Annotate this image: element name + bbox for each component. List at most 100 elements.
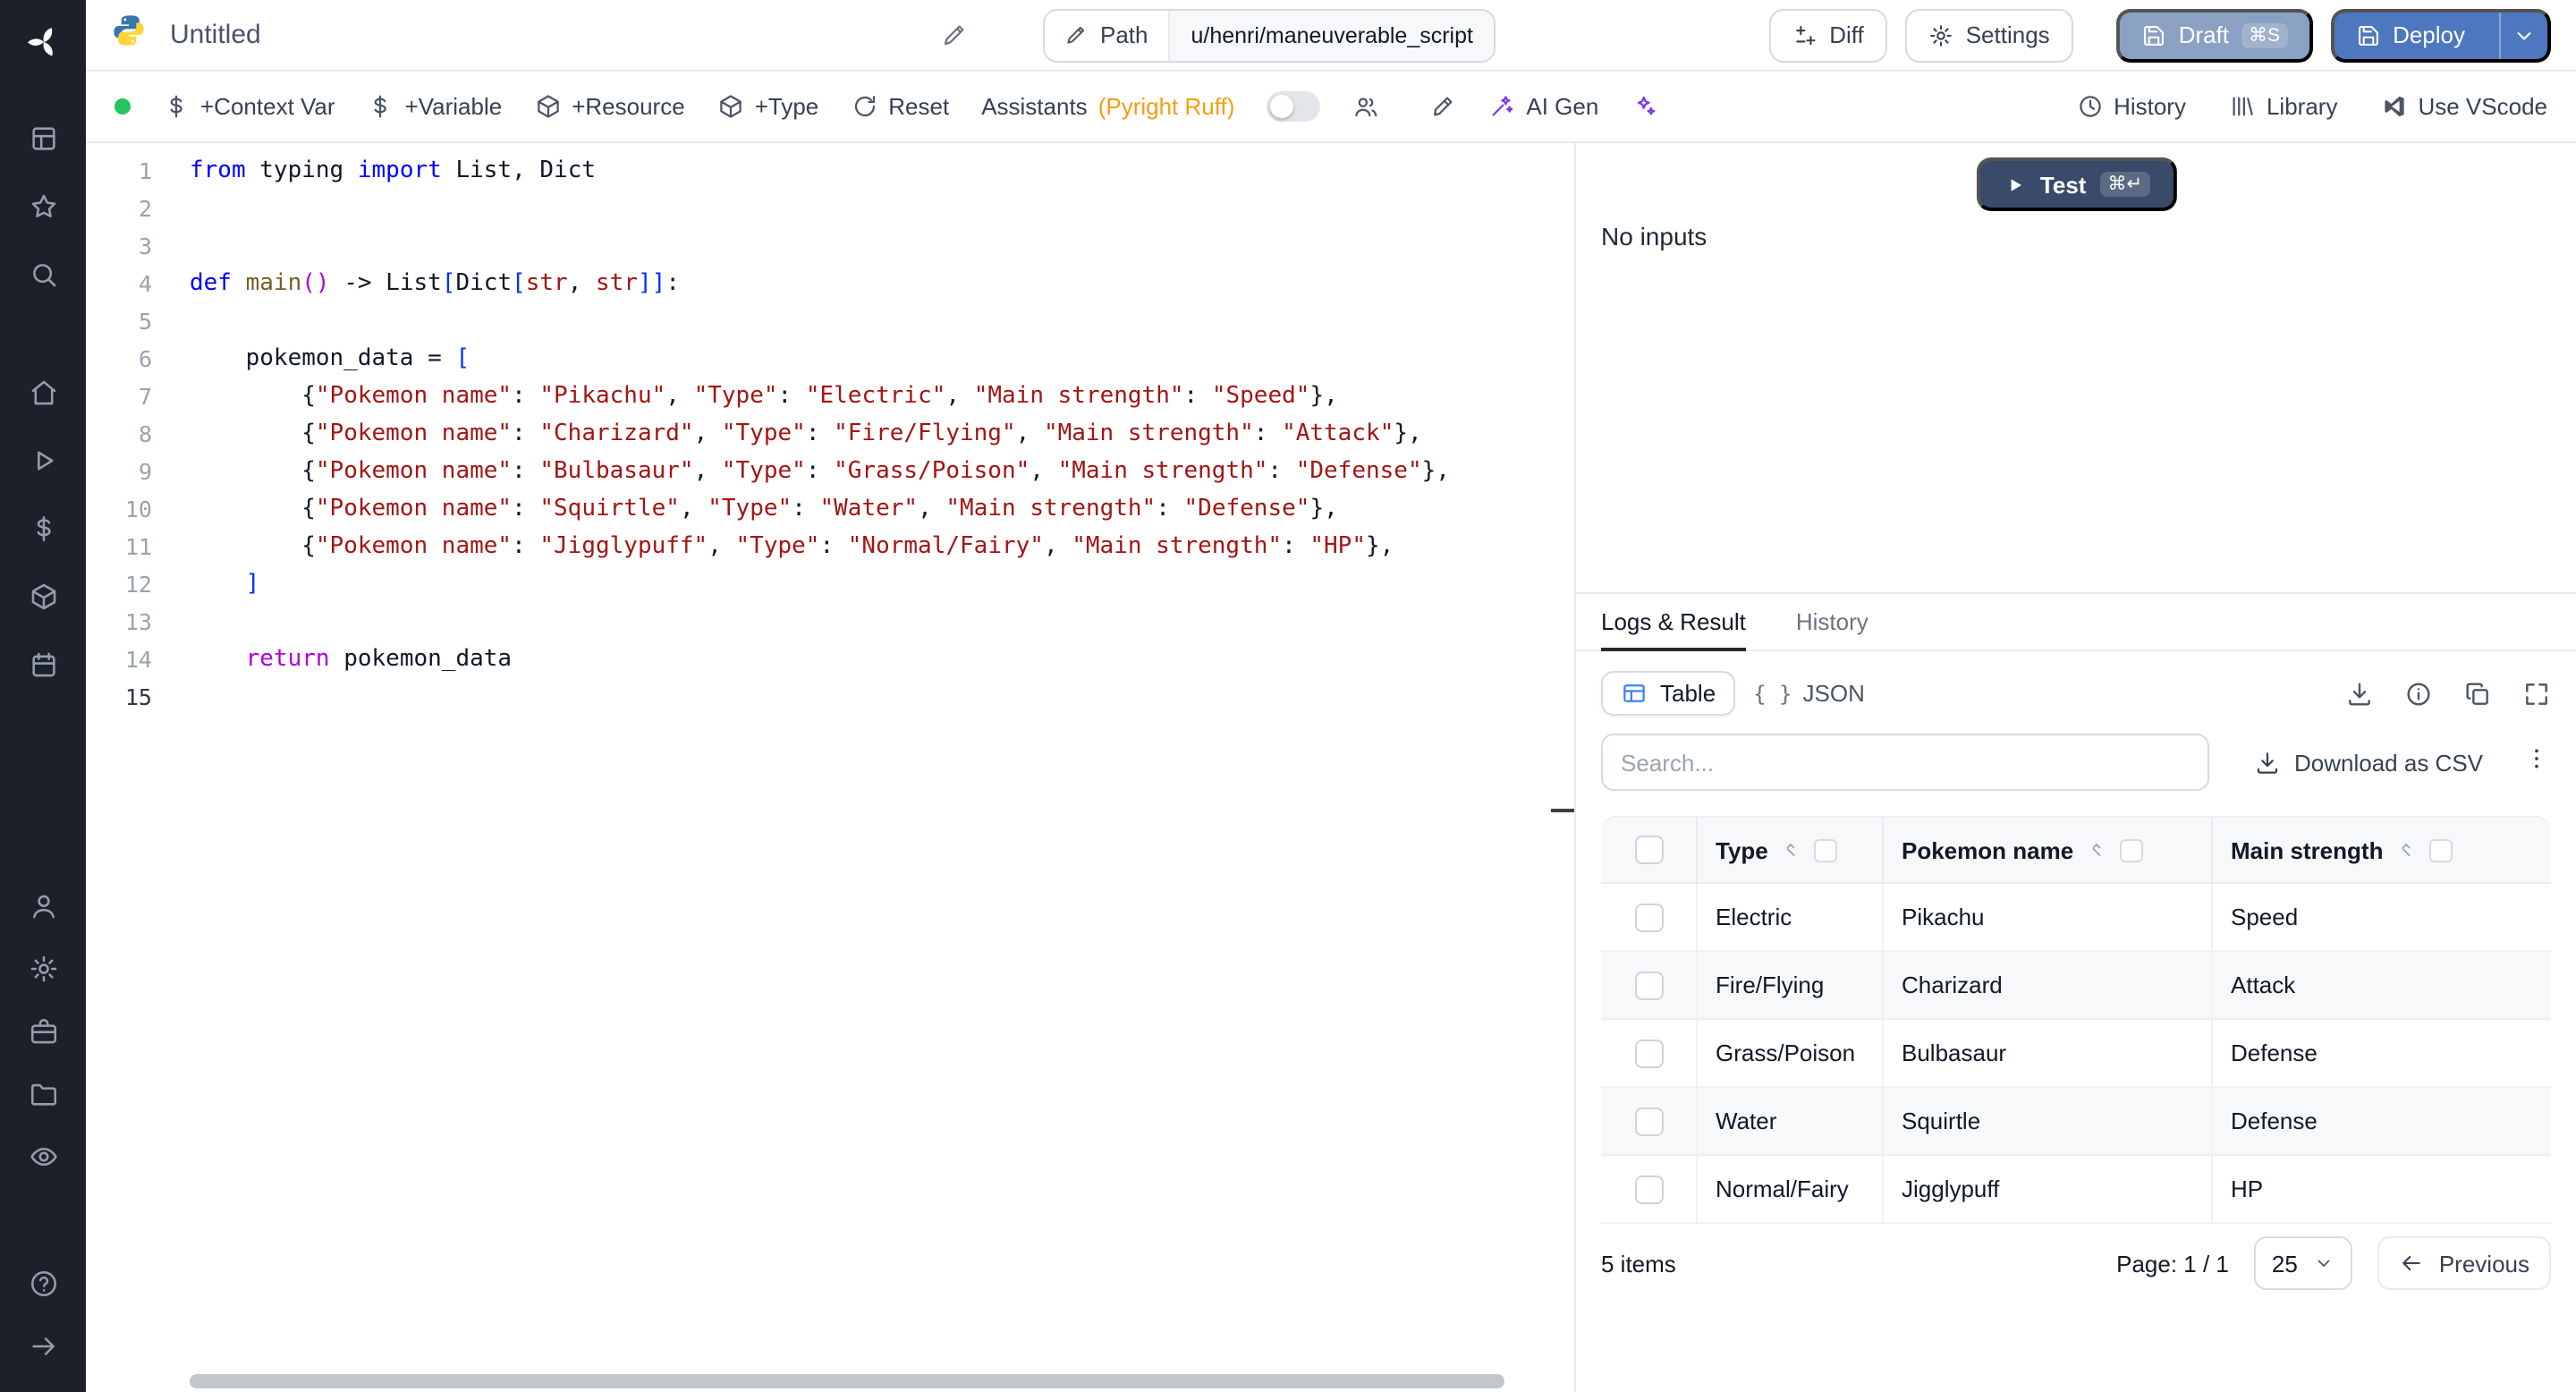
column-header[interactable]: Type — [1698, 818, 1884, 882]
code-line[interactable]: from typing import List, Dict — [190, 152, 1574, 190]
diff-button[interactable]: Diff — [1768, 8, 1887, 62]
sidebar-calendar-button[interactable] — [0, 630, 86, 698]
column-header[interactable]: Pokemon name — [1884, 818, 2213, 882]
assistants-toggle[interactable] — [1267, 91, 1321, 122]
download-csv-button[interactable]: Download as CSV — [2253, 749, 2483, 776]
kebab-menu[interactable] — [2522, 743, 2551, 781]
table-cell: Squirtle — [1884, 1088, 2213, 1154]
code-line[interactable]: {"Pokemon name": "Charizard", "Type": "F… — [190, 415, 1574, 453]
table-footer: 5 items Page: 1 / 1 25 Previous — [1601, 1224, 2551, 1303]
play-icon — [37, 450, 53, 470]
code-line[interactable]: return pokemon_data — [190, 641, 1574, 678]
table-row[interactable]: Grass/Poison Bulbasaur Defense — [1601, 1020, 2551, 1088]
table-row[interactable]: Water Squirtle Defense — [1601, 1088, 2551, 1156]
select-all-checkbox[interactable] — [1634, 836, 1663, 864]
ai-gen-button[interactable]: AI Gen — [1488, 93, 1598, 120]
column-filter-box[interactable] — [2429, 838, 2453, 862]
code-line[interactable] — [190, 190, 1574, 227]
code-line[interactable]: {"Pokemon name": "Squirtle", "Type": "Wa… — [190, 490, 1574, 528]
sidebar-play-button[interactable] — [0, 426, 86, 494]
copy-icon[interactable] — [2463, 679, 2492, 708]
column-header[interactable]: Main strength — [2213, 818, 2551, 882]
row-checkbox[interactable] — [1634, 1175, 1663, 1203]
column-filter-box[interactable] — [2120, 838, 2144, 862]
add-type-button[interactable]: +Type — [717, 93, 818, 120]
reset-button[interactable]: Reset — [851, 93, 949, 120]
deploy-main[interactable]: Deploy — [2334, 12, 2487, 58]
page-size-select[interactable]: 25 — [2253, 1236, 2353, 1290]
sort-icon[interactable] — [1781, 839, 1802, 861]
sidebar-cube-button[interactable] — [0, 562, 86, 630]
code-line[interactable]: def main() -> List[Dict[str, str]]: — [190, 265, 1574, 302]
format-button[interactable] — [1429, 93, 1456, 120]
sidebar-arrow-right-button[interactable] — [0, 1315, 86, 1378]
multiplayer-button[interactable] — [1352, 93, 1379, 120]
path-control[interactable]: Path u/henri/maneuverable_script — [1043, 8, 1496, 62]
assistants-control[interactable]: Assistants (Pyright Ruff) — [981, 93, 1234, 120]
line-number: 4 — [138, 270, 152, 297]
add-context-var-button[interactable]: +Context Var — [163, 93, 335, 120]
assistants-label: Assistants — [981, 93, 1088, 120]
sort-icon[interactable] — [2395, 839, 2417, 861]
horizontal-scrollbar[interactable] — [190, 1374, 1504, 1388]
deploy-dropdown[interactable] — [2499, 12, 2547, 58]
code-editor[interactable]: 1 2 3 4 5 6 7 8 9 10 11 12 13 14 15 from typing import… — [86, 143, 1574, 1392]
sidebar-briefcase-button[interactable] — [0, 1000, 86, 1063]
history-button[interactable]: History — [2076, 93, 2186, 120]
sort-icon[interactable] — [2086, 839, 2107, 861]
vscode-icon — [2384, 96, 2404, 117]
table-row[interactable]: Normal/Fairy Jigglypuff HP — [1601, 1156, 2551, 1224]
view-toggle-json[interactable]: { } JSON — [1735, 673, 1883, 714]
settings-button[interactable]: Settings — [1904, 8, 2073, 62]
view-toggle-table[interactable]: Table — [1601, 671, 1736, 716]
sparkles-button[interactable] — [1631, 93, 1657, 120]
windmill-logo[interactable] — [0, 0, 86, 82]
draft-button[interactable]: Draft ⌘S — [2115, 8, 2313, 62]
sidebar-dollar-button[interactable] — [0, 494, 86, 562]
sidebar-home-button[interactable] — [0, 358, 86, 426]
column-filter-box[interactable] — [1814, 838, 1838, 862]
sidebar-gear-button[interactable] — [0, 938, 86, 1000]
use-vscode-button[interactable]: Use VScode — [2380, 93, 2547, 120]
expand-icon[interactable] — [2522, 679, 2551, 708]
code-line[interactable]: ] — [190, 565, 1574, 603]
tab-history[interactable]: History — [1796, 608, 1868, 649]
sidebar-grid-button[interactable] — [0, 104, 86, 172]
code-line[interactable]: {"Pokemon name": "Jigglypuff", "Type": "… — [190, 528, 1574, 565]
code-line[interactable] — [190, 678, 1574, 716]
code-line[interactable] — [190, 302, 1574, 340]
tab-logs-result[interactable]: Logs & Result — [1601, 608, 1746, 651]
row-checkbox[interactable] — [1634, 1107, 1663, 1135]
search-input[interactable] — [1601, 734, 2209, 791]
sidebar-eye-button[interactable] — [0, 1125, 86, 1188]
deploy-button[interactable]: Deploy — [2330, 8, 2551, 62]
row-checkbox[interactable] — [1634, 971, 1663, 999]
path-value[interactable]: u/henri/maneuverable_script — [1169, 10, 1495, 60]
code-line[interactable]: {"Pokemon name": "Bulbasaur", "Type": "G… — [190, 453, 1574, 490]
sidebar-user-button[interactable] — [0, 875, 86, 938]
code-line[interactable]: pokemon_data = [ — [190, 340, 1574, 378]
code-lines[interactable]: from typing import List, Dict def main() … — [165, 152, 1574, 1392]
table-row[interactable]: Fire/Flying Charizard Attack — [1601, 952, 2551, 1020]
code-line[interactable] — [190, 227, 1574, 265]
previous-page-button[interactable]: Previous — [2377, 1236, 2551, 1290]
add-variable-button[interactable]: +Variable — [368, 93, 502, 120]
library-button[interactable]: Library — [2229, 93, 2337, 120]
row-checkbox[interactable] — [1634, 903, 1663, 931]
sidebar-help-button[interactable] — [0, 1252, 86, 1315]
sparkles-icon — [1637, 96, 1655, 115]
table-row[interactable]: Electric Pikachu Speed — [1601, 884, 2551, 952]
row-checkbox[interactable] — [1634, 1039, 1663, 1067]
path-label-segment[interactable]: Path — [1045, 10, 1170, 60]
test-button[interactable]: Test ⌘↵ — [1975, 157, 2177, 211]
info-icon[interactable] — [2404, 679, 2433, 708]
add-resource-button[interactable]: +Resource — [534, 93, 685, 120]
code-line[interactable]: {"Pokemon name": "Pikachu", "Type": "Ele… — [190, 378, 1574, 415]
star-icon — [30, 193, 55, 217]
sidebar-search-button[interactable] — [0, 240, 86, 308]
download-icon[interactable] — [2345, 679, 2374, 708]
sidebar-star-button[interactable] — [0, 172, 86, 240]
code-line[interactable] — [190, 603, 1574, 641]
edit-summary-icon[interactable] — [941, 21, 968, 48]
sidebar-folder-button[interactable] — [0, 1063, 86, 1125]
